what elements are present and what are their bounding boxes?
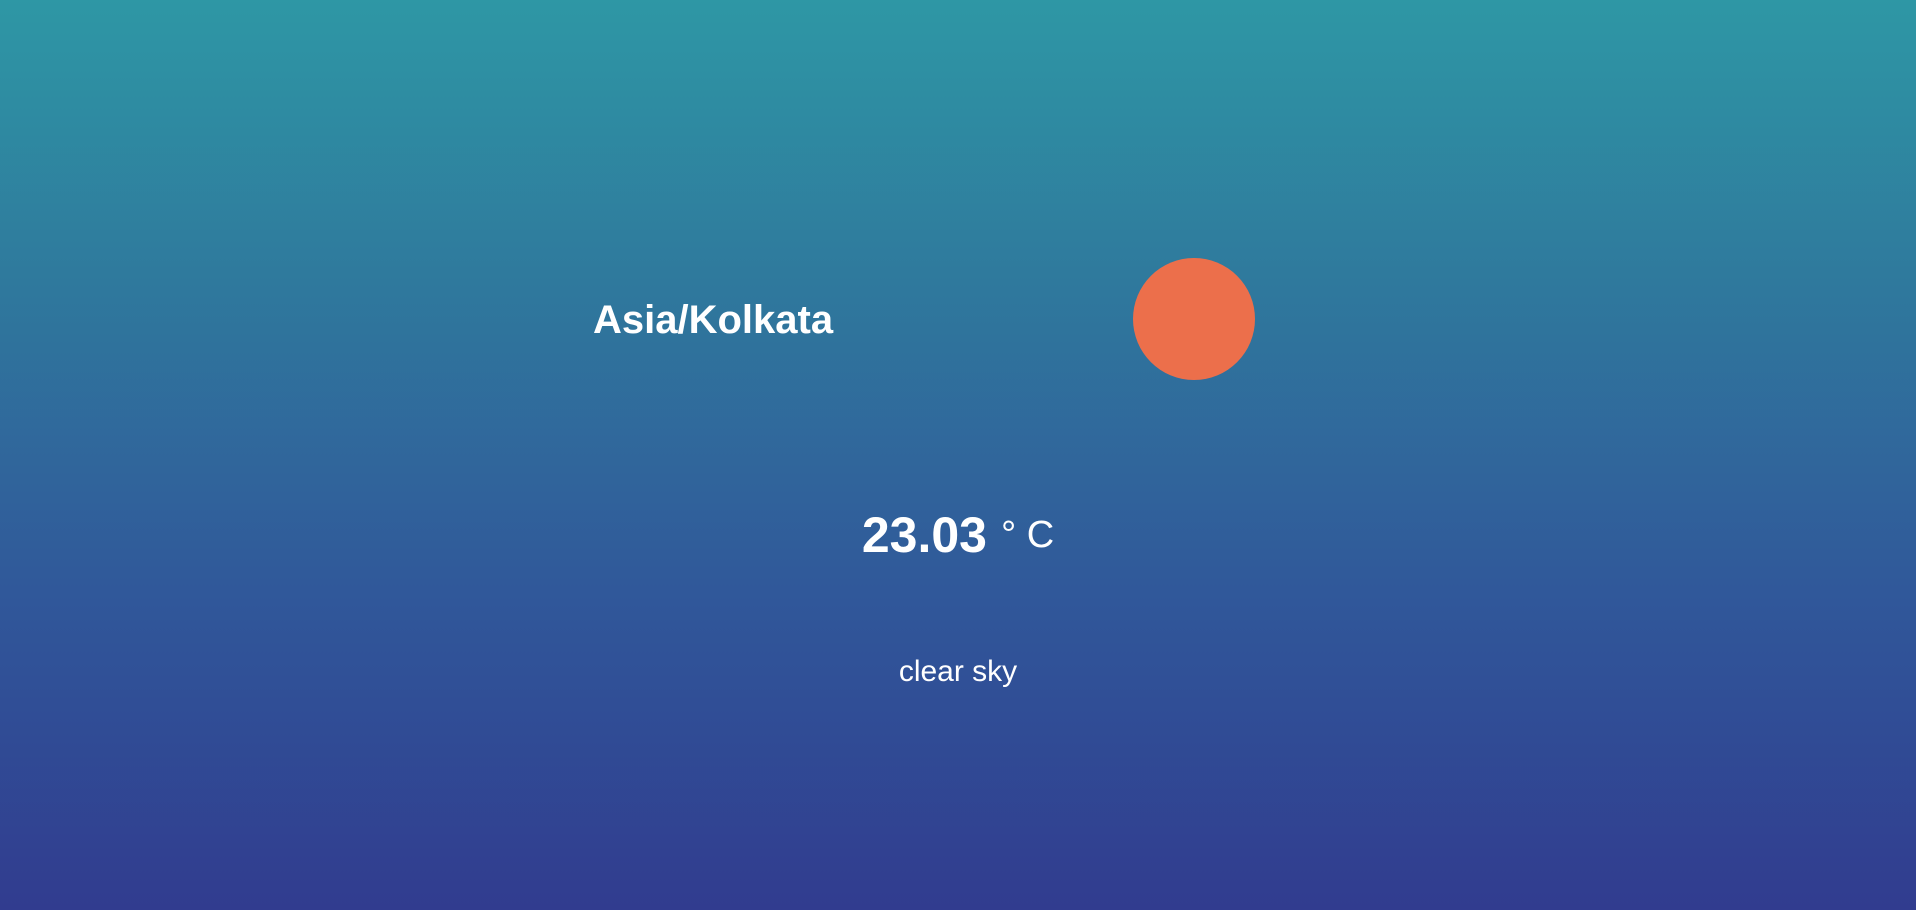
temperature-value: 23.03 bbox=[861, 507, 987, 563]
timezone-label: Asia/Kolkata bbox=[593, 298, 834, 342]
weather-description: clear sky bbox=[898, 655, 1018, 688]
weather-card: Asia/Kolkata 23.03 ° C clear sky bbox=[0, 0, 1916, 910]
temperature-row: 23.03 ° C bbox=[0, 500, 1916, 570]
temperature-unit: ° C bbox=[1000, 514, 1055, 556]
sun-icon bbox=[1133, 258, 1255, 380]
